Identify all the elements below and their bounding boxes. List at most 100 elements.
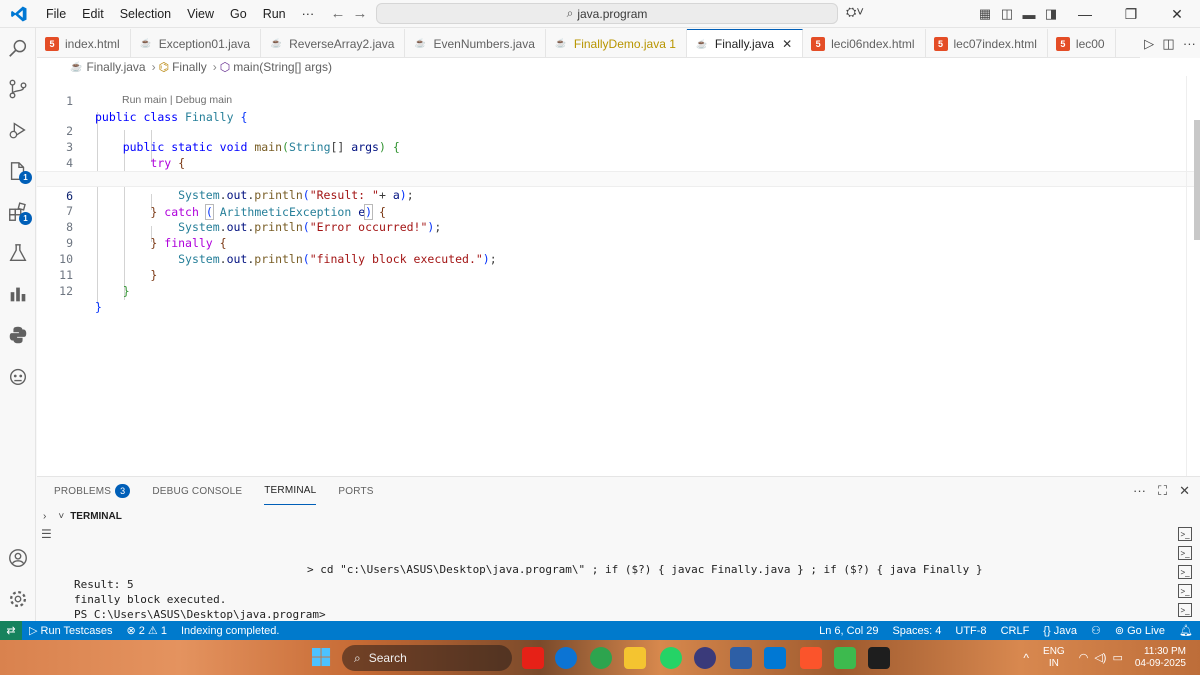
notifications-bell-icon[interactable]: 🔔︎ [1172, 624, 1200, 637]
app-icon[interactable] [694, 647, 716, 669]
volume-icon[interactable]: ◁) [1094, 651, 1106, 664]
more-actions-icon[interactable]: ··· [1133, 483, 1146, 499]
terminal-instance-icon[interactable]: >_ [1178, 584, 1192, 598]
maximize-panel-icon[interactable]: ⛶ [1158, 483, 1167, 499]
menu-file[interactable]: File [38, 0, 74, 28]
windows-start-icon[interactable] [312, 648, 331, 667]
editor-tab[interactable]: ☕ FinallyDemo.java 1 [546, 29, 687, 57]
terminal-section-header[interactable]: › ˅ TERMINAL [37, 507, 122, 525]
explorer-icon[interactable]: 1 [0, 151, 36, 191]
app-icon[interactable] [834, 647, 856, 669]
breadcrumb-method[interactable]: main(String[] args) [233, 60, 332, 74]
input-language[interactable]: ENG IN [1043, 646, 1065, 670]
copilot-icon[interactable]: ⛭˅ [846, 4, 864, 20]
back-arrow-icon[interactable]: ← [326, 5, 350, 22]
show-hidden-icons[interactable]: ^ [1023, 651, 1029, 665]
menu-edit[interactable]: Edit [74, 0, 112, 28]
whatsapp-icon[interactable] [660, 647, 682, 669]
terminal-list-icon[interactable]: ☰ [41, 527, 52, 541]
tab-ports[interactable]: PORTS [338, 477, 373, 505]
restore-icon[interactable]: ❐ [1108, 0, 1154, 28]
charts-icon[interactable] [0, 274, 36, 314]
codelens-run-debug[interactable]: Run main | Debug main [122, 94, 232, 106]
extensions-icon[interactable]: 1 [0, 192, 36, 232]
editor-tab[interactable]: 5 lec07index.html [926, 29, 1048, 57]
menu-go[interactable]: Go [222, 0, 255, 28]
line-ending[interactable]: CRLF [994, 625, 1037, 637]
menu-run[interactable]: Run [255, 0, 294, 28]
chevron-right-icon[interactable]: › [43, 511, 46, 522]
file-explorer-icon[interactable] [624, 647, 646, 669]
terminal-prompt-line[interactable]: PS C:\Users\ASUS\Desktop\java.program> [74, 608, 326, 621]
language-mode[interactable]: {} Java [1036, 625, 1084, 637]
chevron-down-icon[interactable]: ˅ [58, 511, 64, 522]
toggle-sidebar-icon[interactable]: ◫ [996, 0, 1018, 28]
command-center[interactable]: ⌕ java.program [376, 3, 838, 24]
terminal-instance-icon[interactable]: >_ [1178, 603, 1192, 617]
toggle-secondary-sidebar-icon[interactable]: ◨ [1040, 0, 1062, 28]
cursor-position[interactable]: Ln 6, Col 29 [812, 625, 885, 637]
wifi-icon[interactable]: ◠ [1079, 651, 1089, 664]
chrome-browser-icon[interactable] [590, 647, 612, 669]
java-file-icon: ☕ [70, 61, 83, 73]
run-debug-icon[interactable] [0, 110, 36, 150]
forward-arrow-icon[interactable]: → [348, 5, 372, 22]
editor-tab[interactable]: 5 lec00 [1048, 29, 1116, 57]
clock[interactable]: 11:30 PM 04-09-2025 [1135, 646, 1186, 670]
editor-tab[interactable]: ☕ EvenNumbers.java [405, 29, 546, 57]
breadcrumb-file[interactable]: Finally.java [86, 60, 145, 74]
tab-problems[interactable]: PROBLEMS 3 [54, 477, 131, 505]
indentation[interactable]: Spaces: 4 [885, 625, 948, 637]
testing-flask-icon[interactable] [0, 233, 36, 273]
code-editor[interactable]: 1 public class Finally { Run main | Debu… [37, 76, 1200, 476]
edge-browser-icon[interactable] [555, 647, 577, 669]
copilot-status-icon[interactable]: ⚇ [1084, 624, 1108, 637]
accounts-icon[interactable] [0, 538, 36, 578]
menu-more[interactable]: ··· [294, 0, 323, 28]
terminal-icon[interactable] [868, 647, 890, 669]
battery-icon[interactable]: ▭ [1112, 651, 1122, 664]
brave-browser-icon[interactable] [800, 647, 822, 669]
close-panel-icon[interactable]: ✕ [1179, 483, 1190, 499]
copilot-chat-icon[interactable] [0, 356, 36, 396]
close-window-icon[interactable]: ✕ [1154, 0, 1200, 28]
run-testcases-button[interactable]: ▷ Run Testcases [22, 624, 119, 637]
terminal-instance-icon[interactable]: >_ [1178, 527, 1192, 541]
encoding[interactable]: UTF-8 [948, 625, 993, 637]
code-line: 5 System.out.println("Result: "+ a); [37, 155, 1200, 202]
settings-gear-icon[interactable] [0, 579, 36, 619]
editor-tab[interactable]: ☕ Finally.java ✕ [686, 29, 804, 57]
source-control-icon[interactable] [0, 69, 36, 109]
taskbar-search[interactable]: ⌕ Search [342, 645, 512, 671]
terminal-instance-icon[interactable]: >_ [1178, 546, 1192, 560]
editor-tab[interactable]: 5 leci06ndex.html [803, 29, 926, 57]
remote-indicator-icon[interactable]: ⇄ [0, 621, 22, 640]
tab-debug-console[interactable]: DEBUG CONSOLE [152, 477, 242, 505]
more-actions-icon[interactable]: ··· [1183, 36, 1196, 51]
split-editor-icon[interactable]: ◫ [1162, 36, 1174, 52]
python-icon[interactable] [0, 315, 36, 355]
go-live-button[interactable]: ⊚ Go Live [1108, 624, 1172, 637]
tab-terminal[interactable]: TERMINAL [264, 477, 317, 505]
chevron-right-icon: › [212, 60, 217, 74]
editor-tab[interactable]: ☕ Exception01.java [131, 29, 262, 57]
youtube-music-icon[interactable] [522, 647, 544, 669]
search-activity-icon[interactable] [0, 28, 36, 68]
terminal-instance-icon[interactable]: >_ [1178, 565, 1192, 579]
toggle-panel-icon[interactable]: ▬ [1018, 0, 1040, 28]
vscode-logo-icon[interactable] [0, 0, 38, 28]
problems-status[interactable]: ⊗ 2 ⚠ 1 [119, 624, 174, 637]
menu-selection[interactable]: Selection [112, 0, 179, 28]
close-tab-icon[interactable]: ✕ [782, 37, 792, 51]
scrollbar-thumb[interactable] [1194, 120, 1200, 240]
app-icon[interactable] [730, 647, 752, 669]
editor-tab[interactable]: ☕ ReverseArray2.java [261, 29, 406, 57]
menu-view[interactable]: View [179, 0, 222, 28]
editor-tab[interactable]: 5 index.html [37, 29, 131, 57]
editor-scrollbar[interactable] [1186, 76, 1200, 476]
run-code-icon[interactable]: ▷ [1144, 36, 1154, 52]
customize-layout-icon[interactable]: ▦ [974, 0, 996, 28]
vscode-taskbar-icon[interactable] [764, 647, 786, 669]
breadcrumb-class[interactable]: Finally [172, 60, 207, 74]
minimize-icon[interactable]: — [1062, 0, 1108, 28]
